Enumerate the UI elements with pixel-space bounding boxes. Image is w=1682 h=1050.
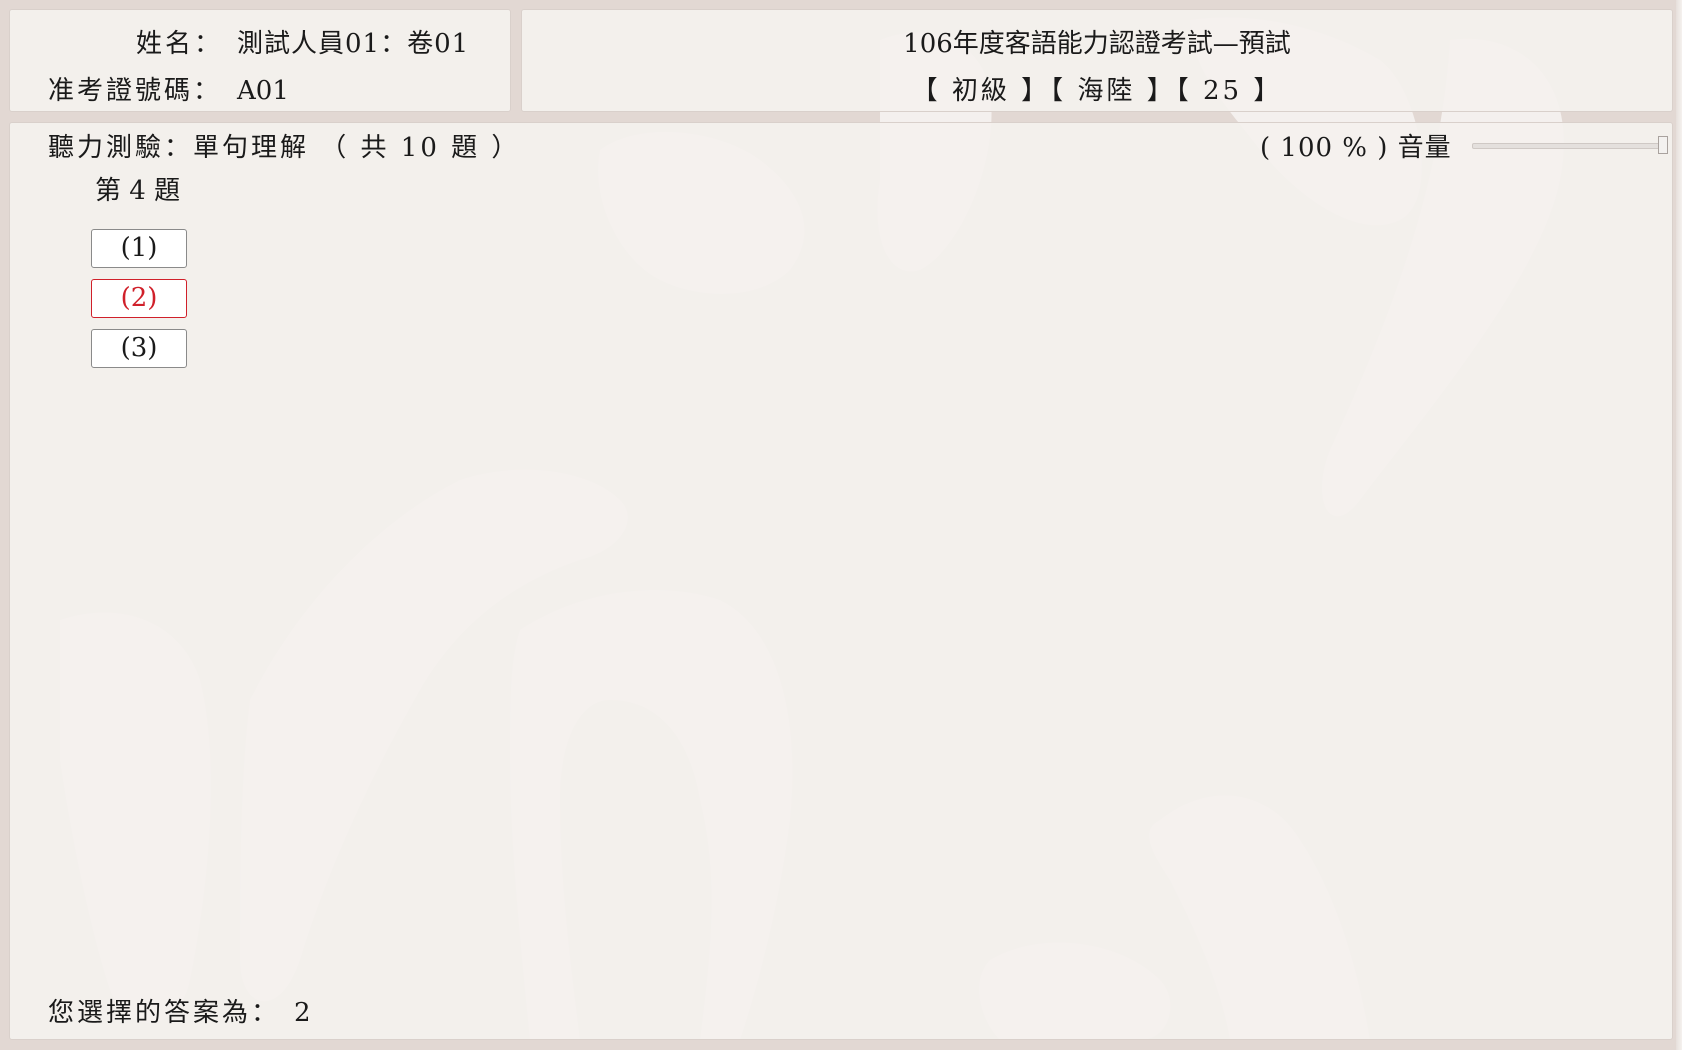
exam-title-panel: 106年度客語能力認證考試—預試 【 初級 】【 海陸 】【 25 】 — [521, 9, 1673, 112]
exam-tags: 【 初級 】【 海陸 】【 25 】 — [911, 76, 1283, 106]
section-title: 聽力測驗：單句理解 （ 共 10 題 ） — [48, 133, 521, 163]
name-label: 姓名： — [136, 29, 224, 59]
question-panel: 聽力測驗：單句理解 （ 共 10 題 ） 第 4 題 ( 100 % ) 音量 … — [9, 122, 1673, 1040]
volume-slider-track[interactable] — [1472, 143, 1668, 149]
exam-id-label: 准考證號碼： — [48, 76, 223, 106]
option-3-button[interactable]: (3) — [91, 329, 187, 368]
selected-answer-value: 2 — [294, 998, 311, 1028]
selected-answer-label: 您選擇的答案為： — [48, 998, 281, 1028]
option-2-button[interactable]: (2) — [91, 279, 187, 318]
question-number: 第 4 題 — [95, 176, 181, 206]
name-value: 測試人員01：卷01 — [237, 29, 470, 59]
candidate-info-panel: 姓名： 測試人員01：卷01 准考證號碼： A01 — [9, 9, 511, 112]
window-edge — [1676, 0, 1682, 1050]
exam-title: 106年度客語能力認證考試—預試 — [903, 29, 1291, 59]
exam-id-value: A01 — [237, 76, 289, 106]
volume-slider-handle[interactable] — [1658, 136, 1668, 154]
option-1-button[interactable]: (1) — [91, 229, 187, 268]
volume-label: ( 100 % ) 音量 — [1260, 133, 1452, 163]
